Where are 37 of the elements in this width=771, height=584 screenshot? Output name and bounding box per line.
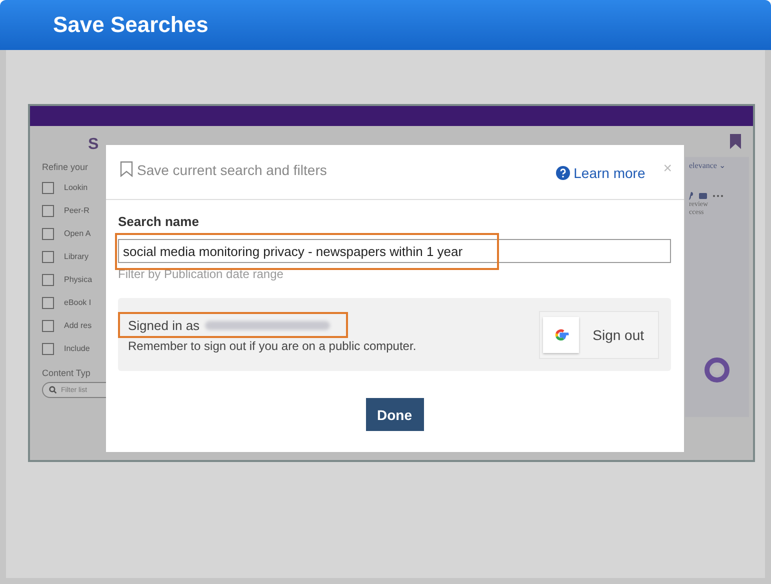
filter-label: Include: [64, 344, 90, 353]
toolbar-icons-drawing: [689, 192, 725, 200]
filter-label: eBook I: [64, 298, 92, 307]
field-label: Search name: [118, 214, 200, 229]
filter-label: Add res: [64, 321, 92, 330]
filter-label: Physica: [64, 275, 92, 284]
signed-in-text: Signed in as: [128, 318, 200, 332]
hint-text: Filter by Publication date range: [118, 267, 284, 281]
sort-dropdown[interactable]: elevance ⌄: [689, 161, 726, 170]
search-icon: [49, 386, 57, 394]
filter-label: Open A: [64, 229, 91, 238]
checkbox[interactable]: [42, 228, 54, 240]
checkbox[interactable]: [42, 250, 54, 262]
filter-label: Lookin: [64, 183, 88, 192]
search-name-field[interactable]: social media monitoring privacy - newspapers within 1 year: [118, 239, 671, 263]
ring-icon: [704, 357, 730, 383]
checkbox[interactable]: [42, 342, 54, 354]
slide-title: Save Searches: [53, 12, 208, 38]
sign-out-button[interactable]: Sign out: [538, 310, 659, 358]
refine-label: Refine your: [42, 162, 90, 172]
checkbox[interactable]: [42, 182, 54, 194]
checkbox[interactable]: [42, 296, 54, 308]
page-heading: S: [88, 136, 100, 154]
google-icon: [542, 316, 579, 352]
filter-label: Library: [64, 252, 88, 261]
reminder-text: Remember to sign out if you are on a public computer.: [128, 339, 418, 353]
done-button[interactable]: Done: [366, 398, 424, 431]
checkbox[interactable]: [42, 204, 54, 216]
bookmark-icon: [120, 161, 133, 177]
bookmark-icon[interactable]: [730, 134, 741, 149]
content-type-label: Content Typ: [42, 368, 92, 378]
checkbox[interactable]: [42, 320, 54, 332]
learn-more-link[interactable]: Learn more: [574, 165, 646, 181]
filter-label: Peer-R: [64, 206, 90, 215]
help-icon[interactable]: [556, 166, 570, 180]
checkbox[interactable]: [42, 274, 54, 286]
dialog-title: Save current search and filters: [137, 162, 327, 178]
